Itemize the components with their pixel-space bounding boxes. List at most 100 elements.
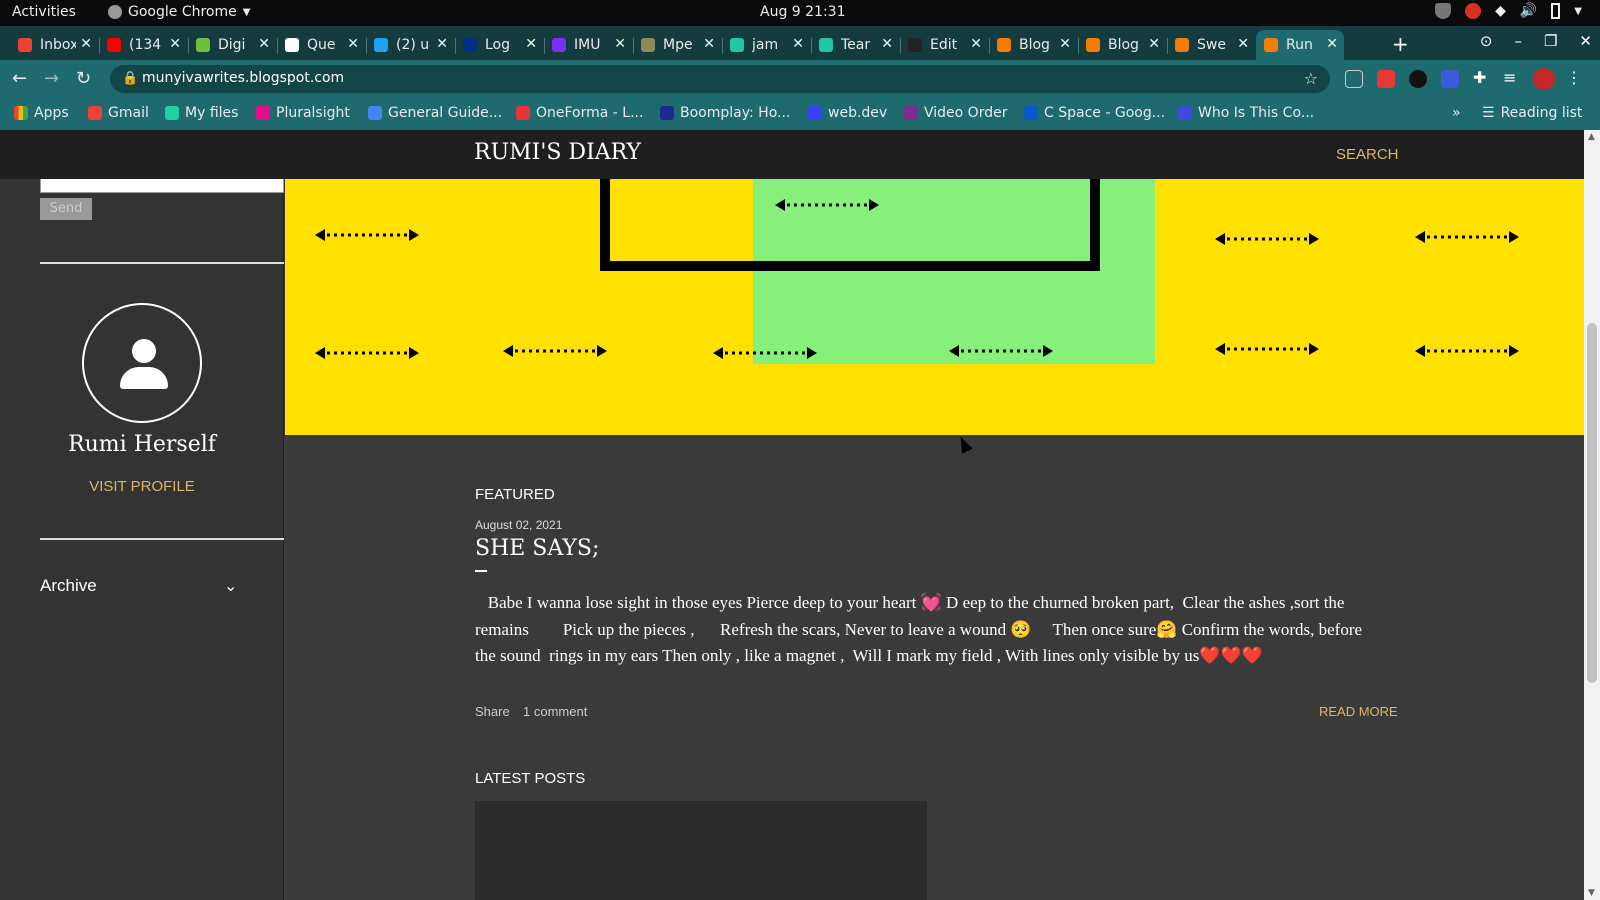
close-tab-icon[interactable]: ✕ [614, 36, 626, 52]
blogger-icon [1086, 38, 1100, 52]
browser-tab[interactable]: Inbox ✕ [10, 30, 98, 60]
reload-button[interactable]: ↻ [76, 68, 91, 89]
browser-tab[interactable]: Swe ✕ [1167, 30, 1255, 60]
close-tab-icon[interactable]: ✕ [436, 36, 448, 52]
bookmark-item[interactable]: My files [165, 105, 238, 121]
browser-tab[interactable]: jam ✕ [722, 30, 810, 60]
chrome-app-icon [108, 5, 122, 19]
browser-tab[interactable]: Run ✕ [1256, 30, 1344, 60]
close-tab-icon[interactable]: ✕ [703, 36, 715, 52]
browser-tab[interactable]: IMU ✕ [544, 30, 632, 60]
bookmark-item[interactable]: C Space - Goog... [1024, 105, 1165, 121]
lock-icon[interactable]: 🔒 [122, 71, 138, 86]
close-tab-icon[interactable]: ✕ [1148, 36, 1160, 52]
extension-red-icon[interactable] [1377, 70, 1395, 88]
apps-bookmark[interactable]: Apps [14, 105, 69, 121]
search-link[interactable]: SEARCH [1336, 146, 1399, 163]
close-tab-icon[interactable]: ✕ [347, 36, 359, 52]
bookmark-star-icon[interactable]: ☆ [1304, 69, 1318, 88]
share-button[interactable]: Share [475, 704, 510, 719]
bookmark-item[interactable]: Gmail [88, 105, 149, 121]
browser-tab[interactable]: Digi ✕ [188, 30, 276, 60]
send-button[interactable]: Send [40, 198, 92, 220]
scroll-up-icon[interactable]: ▲ [1588, 132, 1595, 142]
close-tab-icon[interactable]: ✕ [1326, 36, 1338, 52]
bookmark-item[interactable]: Boomplay: Ho... [660, 105, 790, 121]
visit-profile-link[interactable]: VISIT PROFILE [0, 478, 284, 495]
close-tab-icon[interactable]: ✕ [80, 36, 92, 52]
browser-tab[interactable]: Log ✕ [455, 30, 543, 60]
more-bookmarks-button[interactable]: » [1452, 105, 1461, 121]
bookmark-item[interactable]: Video Order [904, 105, 1007, 121]
new-tab-button[interactable]: + [1392, 32, 1409, 56]
archive-toggle[interactable]: Archive [40, 576, 240, 596]
wifi-icon[interactable]: ◆ [1495, 3, 1506, 19]
media-control-icon[interactable]: ≡ [1503, 68, 1521, 87]
close-tab-icon[interactable]: ✕ [258, 36, 270, 52]
scrollbar-thumb[interactable] [1587, 323, 1597, 683]
bookmark-label: Gmail [108, 105, 149, 121]
back-button[interactable]: ← [12, 68, 27, 89]
sidebar: Send Rumi Herself VISIT PROFILE Archive … [0, 130, 284, 900]
comments-link[interactable]: 1 comment [523, 704, 587, 719]
post-date[interactable]: August 02, 2021 [475, 518, 562, 532]
close-tab-icon[interactable]: ✕ [525, 36, 537, 52]
browser-tab[interactable]: Edit ✕ [900, 30, 988, 60]
scroll-down-icon[interactable]: ▼ [1588, 888, 1595, 898]
divider [40, 262, 284, 264]
address-bar[interactable]: 🔒 munyivawrites.blogspot.com ☆ [110, 65, 1330, 93]
avatar[interactable] [82, 303, 202, 423]
url-text[interactable]: munyivawrites.blogspot.com [142, 70, 344, 86]
tab-strip: Inbox ✕ (134 ✕ Digi ✕ Que ✕ (2) u ✕ Log ✕ IMU ✕ Mpe ✕ ja… [0, 26, 1600, 60]
browser-tab[interactable]: Que ✕ [277, 30, 365, 60]
reading-list-label: Reading list [1500, 105, 1583, 121]
read-more-link[interactable]: READ MORE [1319, 704, 1398, 719]
close-tab-icon[interactable]: ✕ [1237, 36, 1249, 52]
chevron-down-icon[interactable]: ⌄ [224, 576, 237, 595]
extension-icon[interactable] [1345, 70, 1363, 88]
close-tab-icon[interactable]: ✕ [970, 36, 982, 52]
activities-button[interactable]: Activities [12, 4, 76, 20]
reading-list-button[interactable]: ☰ Reading list [1482, 105, 1582, 121]
close-tab-icon[interactable]: ✕ [169, 36, 181, 52]
forward-button[interactable]: → [44, 68, 59, 89]
bookmark-item[interactable]: Pluralsight [256, 105, 350, 121]
close-window-button[interactable]: ✕ [1579, 32, 1592, 50]
browser-tab[interactable]: (2) u ✕ [366, 30, 454, 60]
tab-search-icon[interactable]: ⊙ [1480, 32, 1493, 50]
bookmark-item[interactable]: Who Is This Co... [1178, 105, 1314, 121]
bookmark-item[interactable]: OneForma - L... [516, 105, 643, 121]
bookmark-item[interactable]: General Guide... [368, 105, 502, 121]
contact-message-field[interactable] [40, 179, 284, 193]
system-clock[interactable]: Aug 9 21:31 [760, 4, 846, 20]
extensions-puzzle-icon[interactable]: ✚ [1473, 68, 1491, 87]
battery-icon[interactable] [1551, 3, 1561, 19]
restore-button[interactable]: ❐ [1544, 32, 1557, 50]
extension-blue-icon[interactable] [1441, 70, 1459, 88]
divider [40, 538, 284, 540]
app-menu[interactable]: Google Chrome ▼ [108, 4, 250, 20]
browser-tab[interactable]: (134 ✕ [99, 30, 187, 60]
blog-title[interactable]: RUMI'S DIARY [474, 140, 641, 165]
power-menu-icon[interactable]: ▼ [1574, 6, 1582, 17]
chrome-notify-icon[interactable] [1465, 3, 1482, 19]
latest-post-card[interactable] [475, 801, 927, 900]
extension-w-icon[interactable] [1409, 70, 1427, 88]
shield-icon[interactable] [1435, 3, 1452, 19]
close-tab-icon[interactable]: ✕ [1059, 36, 1071, 52]
page-scrollbar[interactable]: ▲ ▼ [1584, 130, 1600, 900]
bookmark-item[interactable]: web.dev [808, 105, 887, 121]
profile-avatar[interactable] [1533, 68, 1555, 90]
close-tab-icon[interactable]: ✕ [881, 36, 893, 52]
system-tray[interactable]: ◆ 🔊 ▼ [1435, 3, 1582, 19]
browser-tab[interactable]: Mpe ✕ [633, 30, 721, 60]
chrome-menu-icon[interactable]: ⋮ [1566, 68, 1584, 87]
post-title[interactable]: SHE SAYS; [475, 536, 599, 561]
minimize-button[interactable]: – [1514, 32, 1522, 50]
featured-heading: FEATURED [475, 486, 555, 503]
volume-icon[interactable]: 🔊 [1520, 3, 1537, 19]
browser-tab[interactable]: Blog ✕ [989, 30, 1077, 60]
browser-tab[interactable]: Blog ✕ [1078, 30, 1166, 60]
browser-tab[interactable]: Tear ✕ [811, 30, 899, 60]
close-tab-icon[interactable]: ✕ [792, 36, 804, 52]
